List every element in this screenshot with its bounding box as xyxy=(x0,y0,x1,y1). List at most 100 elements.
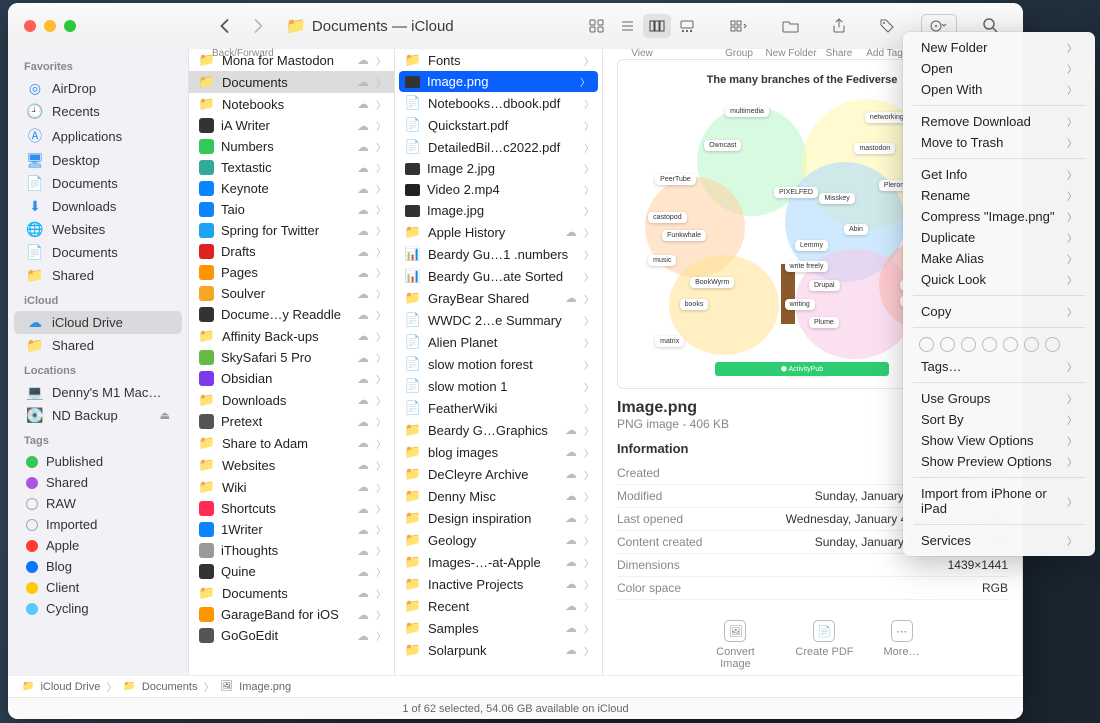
tag-circle[interactable] xyxy=(961,337,976,352)
file-row[interactable]: 📁Denny Misc☁︎〉 xyxy=(395,485,602,507)
view-list-button[interactable] xyxy=(613,14,641,38)
cloud-download-icon[interactable]: ☁︎ xyxy=(565,577,577,591)
sidebar-item[interactable]: Blog xyxy=(14,556,182,577)
file-row[interactable]: 📁Notebooks☁︎〉 xyxy=(189,93,394,115)
file-row[interactable]: 📁Documents☁︎〉 xyxy=(189,71,394,93)
tag-circle[interactable] xyxy=(1045,337,1060,352)
file-row[interactable]: Numbers☁︎〉 xyxy=(189,136,394,157)
cloud-download-icon[interactable]: ☁︎ xyxy=(357,140,369,154)
sidebar-item[interactable]: 🖥Desktop xyxy=(14,149,182,172)
file-row[interactable]: Docume…y Readdle☁︎〉 xyxy=(189,304,394,325)
close-button[interactable] xyxy=(24,20,36,32)
file-row[interactable]: Soulver☁︎〉 xyxy=(189,283,394,304)
tag-circle[interactable] xyxy=(940,337,955,352)
file-row[interactable]: GoGoEdit☁︎〉 xyxy=(189,625,394,646)
sidebar-item[interactable]: ⬇Downloads xyxy=(14,195,182,218)
file-row[interactable]: 📄FeatherWiki〉 xyxy=(395,397,602,419)
cloud-download-icon[interactable]: ☁︎ xyxy=(357,53,369,67)
file-row[interactable]: 📄DetailedBil…c2022.pdf〉 xyxy=(395,136,602,158)
sidebar-item[interactable]: Apple xyxy=(14,535,182,556)
cloud-download-icon[interactable]: ☁︎ xyxy=(357,544,369,558)
tag-circle[interactable] xyxy=(1024,337,1039,352)
menu-item[interactable]: Quick Look〉 xyxy=(903,269,1095,290)
forward-button[interactable] xyxy=(244,14,272,38)
view-column-button[interactable] xyxy=(643,14,671,38)
file-row[interactable]: GarageBand for iOS☁︎〉 xyxy=(189,604,394,625)
file-row[interactable]: Image 2.jpg〉 xyxy=(395,158,602,179)
cloud-download-icon[interactable]: ☁︎ xyxy=(357,523,369,537)
path-segment[interactable]: Image.png xyxy=(239,681,291,693)
path-segment[interactable]: iCloud Drive xyxy=(40,681,100,693)
file-row[interactable]: 📁Fonts〉 xyxy=(395,49,602,71)
menu-item[interactable]: Show Preview Options〉 xyxy=(903,451,1095,472)
file-row[interactable]: 📁Inactive Projects☁︎〉 xyxy=(395,573,602,595)
sidebar-item[interactable]: 📄Documents xyxy=(14,241,182,264)
menu-item[interactable]: Tags…〉 xyxy=(903,356,1095,377)
sidebar-item[interactable]: Published xyxy=(14,451,182,472)
file-row[interactable]: Pretext☁︎〉 xyxy=(189,411,394,432)
file-row[interactable]: 📁Websites☁︎〉 xyxy=(189,454,394,476)
back-button[interactable] xyxy=(210,14,238,38)
file-row[interactable]: 📁Wiki☁︎〉 xyxy=(189,476,394,498)
cloud-download-icon[interactable]: ☁︎ xyxy=(565,225,577,239)
cloud-download-icon[interactable]: ☁︎ xyxy=(357,393,369,407)
cloud-download-icon[interactable]: ☁︎ xyxy=(565,511,577,525)
file-row[interactable]: 📊Beardy Gu…1 .numbers〉 xyxy=(395,243,602,265)
file-row[interactable]: 📁Documents☁︎〉 xyxy=(189,582,394,604)
cloud-download-icon[interactable]: ☁︎ xyxy=(565,489,577,503)
cloud-download-icon[interactable]: ☁︎ xyxy=(565,445,577,459)
cloud-download-icon[interactable]: ☁︎ xyxy=(565,599,577,613)
quick-action[interactable]: ⋯More… xyxy=(884,620,920,670)
file-row[interactable]: 📄slow motion 1〉 xyxy=(395,375,602,397)
file-row[interactable]: 📊Beardy Gu…ate Sorted〉 xyxy=(395,265,602,287)
cloud-download-icon[interactable]: ☁︎ xyxy=(357,97,369,111)
file-row[interactable]: Video 2.mp4〉 xyxy=(395,179,602,200)
menu-item[interactable]: Open With〉 xyxy=(903,79,1095,100)
menu-item[interactable]: Use Groups〉 xyxy=(903,388,1095,409)
cloud-download-icon[interactable]: ☁︎ xyxy=(357,458,369,472)
file-row[interactable]: Spring for Twitter☁︎〉 xyxy=(189,220,394,241)
tag-circle[interactable] xyxy=(982,337,997,352)
file-row[interactable]: 📁blog images☁︎〉 xyxy=(395,441,602,463)
file-row[interactable]: 📁Affinity Back-ups☁︎〉 xyxy=(189,325,394,347)
menu-item[interactable]: Services〉 xyxy=(903,530,1095,551)
file-row[interactable]: 📁Recent☁︎〉 xyxy=(395,595,602,617)
menu-item[interactable]: Remove Download〉 xyxy=(903,111,1095,132)
file-row[interactable]: Quine☁︎〉 xyxy=(189,561,394,582)
menu-item[interactable]: Sort By〉 xyxy=(903,409,1095,430)
cloud-download-icon[interactable]: ☁︎ xyxy=(357,565,369,579)
menu-item[interactable]: Duplicate〉 xyxy=(903,227,1095,248)
file-row[interactable]: Textastic☁︎〉 xyxy=(189,157,394,178)
sidebar-item[interactable]: 📄Documents xyxy=(14,172,182,195)
cloud-download-icon[interactable]: ☁︎ xyxy=(357,245,369,259)
cloud-download-icon[interactable]: ☁︎ xyxy=(357,182,369,196)
file-row[interactable]: Obsidian☁︎〉 xyxy=(189,368,394,389)
file-row[interactable]: 📁GrayBear Shared☁︎〉 xyxy=(395,287,602,309)
path-segment[interactable]: Documents xyxy=(142,681,198,693)
file-row[interactable]: 📄WWDC 2…e Summary〉 xyxy=(395,309,602,331)
file-row[interactable]: 📁Beardy G…Graphics☁︎〉 xyxy=(395,419,602,441)
file-row[interactable]: 📁Mona for Mastodon☁︎〉 xyxy=(189,49,394,71)
quick-action[interactable]: 🖼Convert Image xyxy=(705,620,765,670)
cloud-download-icon[interactable]: ☁︎ xyxy=(357,480,369,494)
share-button[interactable] xyxy=(825,14,853,38)
file-row[interactable]: Shortcuts☁︎〉 xyxy=(189,498,394,519)
sidebar-item[interactable]: Shared xyxy=(14,472,182,493)
sidebar-item[interactable]: Cycling xyxy=(14,598,182,619)
sidebar-item[interactable]: Imported xyxy=(14,514,182,535)
file-row[interactable]: 📄Alien Planet〉 xyxy=(395,331,602,353)
sidebar-item[interactable]: 🕘Recents xyxy=(14,100,182,123)
file-row[interactable]: iThoughts☁︎〉 xyxy=(189,540,394,561)
file-row[interactable]: 📄slow motion forest〉 xyxy=(395,353,602,375)
sidebar-item[interactable]: 💻Denny's M1 Mac… xyxy=(14,381,182,404)
menu-item[interactable]: Make Alias〉 xyxy=(903,248,1095,269)
tag-circle[interactable] xyxy=(919,337,934,352)
menu-item[interactable]: Import from iPhone or iPad〉 xyxy=(903,483,1095,519)
cloud-download-icon[interactable]: ☁︎ xyxy=(357,586,369,600)
file-row[interactable]: 📁Images-…-at-Apple☁︎〉 xyxy=(395,551,602,573)
sidebar-item[interactable]: ◎AirDrop xyxy=(14,77,182,100)
file-row[interactable]: Image.png〉 xyxy=(399,71,598,92)
menu-item[interactable]: Rename〉 xyxy=(903,185,1095,206)
cloud-download-icon[interactable]: ☁︎ xyxy=(357,329,369,343)
file-row[interactable]: 📁Downloads☁︎〉 xyxy=(189,389,394,411)
